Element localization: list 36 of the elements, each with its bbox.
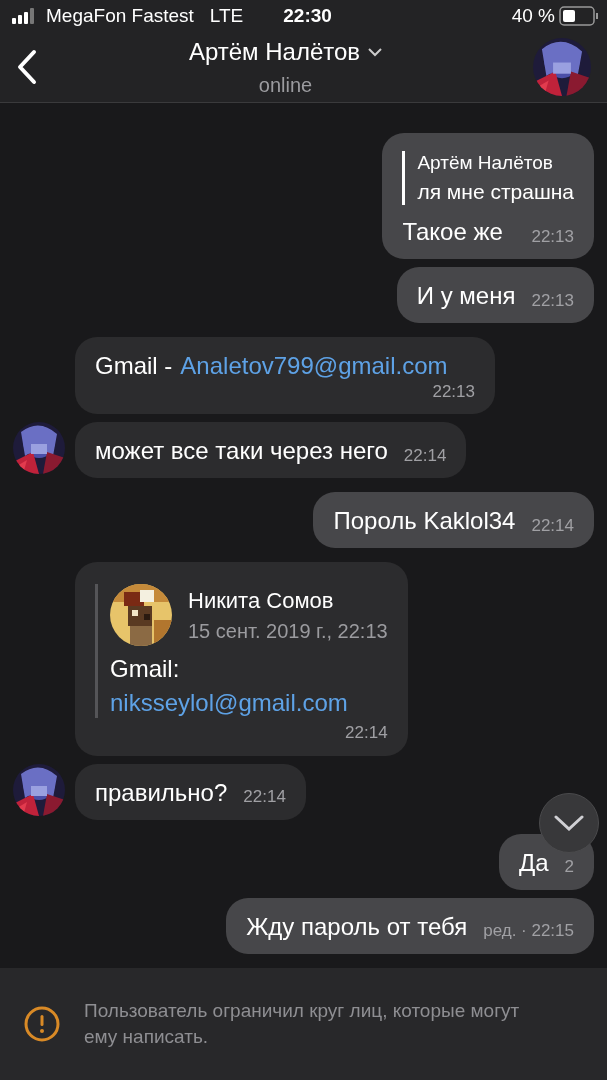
network-type: LTE [209,3,244,28]
chat-title[interactable]: Артём Налётов [188,34,361,70]
message-text: Gmail - [95,351,173,381]
clock: 22:30 [283,3,332,28]
reply-author: Артём Налётов [417,151,554,175]
forward-author: Никита Сомов [188,587,335,615]
message-time: 22:13 [431,381,475,403]
message-time: 22:14 [403,445,447,467]
warning-icon [24,1006,60,1042]
message-time: ред. · 22:15 [483,920,574,942]
message-text: Пороль Kaklol34 [333,506,516,537]
message-time: 22:14 [531,515,574,537]
carrier-name: MegaFon Fastest [46,3,194,28]
message-text: Да [518,847,549,878]
message-text: Такое же [402,217,503,247]
chevron-down-icon [554,815,584,831]
back-icon[interactable] [16,49,38,85]
forward-text: Gmail: [110,654,181,685]
message-time: 22:14 [344,722,388,744]
message-text: И у меня [416,281,516,311]
reply-text: ля мне страшна [417,178,574,205]
notice-text: Пользователь ограничил круг лиц, которые могут ему написать. [84,998,521,1049]
email-link[interactable]: Analetov799@gmail.com [180,351,448,381]
message-text: может все таки через него [95,436,388,467]
message-text: правильно? [95,777,228,808]
online-status: online [258,73,313,98]
message-time: 22:14 [243,786,286,808]
chevron-down-icon[interactable] [368,47,383,57]
email-link[interactable]: niksseylol@gmail.com [110,688,388,719]
forward-date: 15 сент. 2019 г., 22:13 [188,618,388,644]
message-time: 22:13 [531,225,574,247]
message-text: Жду пароль от тебя [246,911,468,942]
battery-percent: 40 % [511,3,555,28]
message-time: 22:13 [531,289,574,311]
battery-icon [559,6,599,26]
message-time: 2 [564,856,574,878]
